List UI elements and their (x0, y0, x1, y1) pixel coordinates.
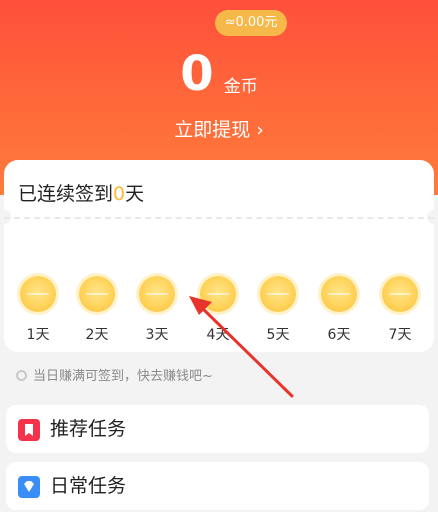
bookmark-icon (18, 419, 40, 441)
gold-coin-icon (139, 276, 175, 312)
hint-text: 当日赚满可签到，快去赚钱吧~ (33, 369, 213, 384)
checkin-day-6[interactable]: 6天 (319, 276, 359, 344)
chevron-right-icon: › (256, 119, 264, 141)
checkin-day-2[interactable]: 2天 (77, 276, 117, 344)
day-label: 6天 (327, 327, 351, 343)
day-label: 7天 (388, 327, 412, 343)
diamond-icon (18, 476, 40, 498)
task-daily[interactable]: 日常任务 (6, 462, 429, 510)
info-circle-icon (16, 370, 27, 381)
checkin-day-4[interactable]: 4天 (198, 276, 238, 344)
gold-coin-icon (382, 276, 418, 312)
coin-count: 0 (180, 46, 214, 102)
dashed-divider (4, 217, 434, 219)
gold-coin-icon (321, 276, 357, 312)
streak-count: 0 (113, 183, 126, 205)
day-label: 2天 (85, 327, 109, 343)
checkin-day-5[interactable]: 5天 (258, 276, 298, 344)
day-label: 5天 (266, 327, 290, 343)
task-recommended[interactable]: 推荐任务 (6, 405, 429, 453)
task-label: 推荐任务 (50, 418, 127, 440)
coin-unit: 金币 (223, 77, 258, 97)
checkin-title: 已连续签到0天 (18, 183, 145, 205)
gold-coin-icon (260, 276, 296, 312)
task-label: 日常任务 (50, 475, 127, 497)
checkin-day-7[interactable]: 7天 (380, 276, 420, 344)
day-label: 3天 (145, 327, 169, 343)
checkin-day-1[interactable]: 1天 (18, 276, 58, 344)
gold-coin-icon (79, 276, 115, 312)
balance-pill[interactable]: ≈0.00元 (215, 10, 287, 36)
checkin-day-3[interactable]: 3天 (137, 276, 177, 344)
withdraw-button[interactable]: 立即提现 › (0, 116, 438, 144)
day-label: 1天 (26, 327, 50, 343)
checkin-hint: 当日赚满可签到，快去赚钱吧~ (16, 368, 213, 386)
coin-balance: 0 金币 (0, 46, 438, 102)
withdraw-label: 立即提现 (174, 119, 251, 141)
day-label: 4天 (206, 327, 230, 343)
gold-coin-icon (20, 276, 56, 312)
gold-coin-icon (200, 276, 236, 312)
checkin-card: 已连续签到0天 1天 2天 3天 4天 5天 6天 7天 (0, 160, 438, 352)
